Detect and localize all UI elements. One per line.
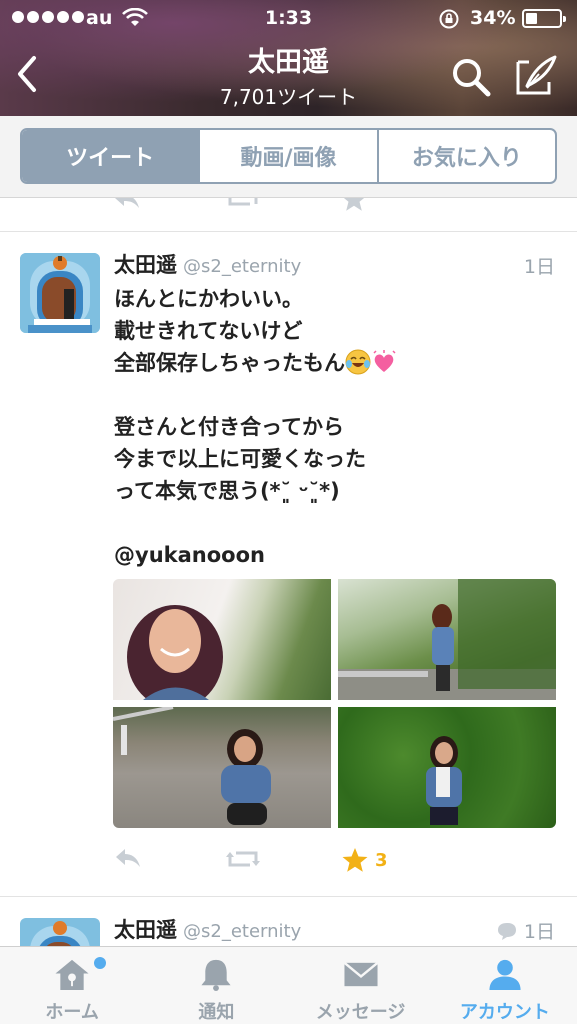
search-button[interactable]: [450, 56, 492, 102]
photo-1[interactable]: [113, 579, 331, 700]
retweet-icon[interactable]: [226, 198, 260, 210]
tweet-age: 1日: [523, 921, 555, 943]
avatar[interactable]: [20, 918, 100, 946]
avatar[interactable]: [20, 253, 100, 333]
rotation-lock-icon: [438, 8, 460, 35]
photo-3[interactable]: [113, 707, 331, 828]
star-icon: [342, 848, 368, 872]
favorite-button[interactable]: 3: [341, 847, 388, 873]
retweet-button[interactable]: [225, 847, 261, 871]
tab-label: アカウント: [459, 1002, 550, 1023]
compose-feather-icon: [516, 55, 557, 95]
tab-home[interactable]: ホーム: [0, 947, 144, 1024]
tweet-author[interactable]: 太田遥 @s2_eternity: [114, 249, 301, 279]
bell-icon: [201, 959, 231, 992]
tweet[interactable]: 太田遥 @s2_eternity 1日 ほんとにかわいい。 載せきれてないけど 全…: [0, 233, 577, 897]
tweet-text-line: ほんとにかわいい。: [114, 287, 303, 311]
tweet-text-line: 登さんと付き合ってから: [114, 415, 344, 439]
segment-tweets[interactable]: ツイート: [22, 130, 201, 182]
profile-header: au 1:33 34% 太田遥 7,701ツイート: [0, 0, 577, 116]
tweet-actions: 3: [113, 847, 553, 877]
tweet-age: 1日: [523, 256, 555, 278]
favorite-count: 3: [375, 849, 388, 871]
author-name[interactable]: 太田遥: [114, 253, 177, 277]
segment-media[interactable]: 動画/画像: [200, 130, 379, 182]
battery-percent: 34%: [470, 7, 516, 29]
segmented-control: ツイート 動画/画像 お気に入り: [20, 128, 557, 184]
tab-messages[interactable]: メッセージ: [289, 947, 433, 1024]
tweet-text-line: [114, 379, 554, 411]
photo-grid: [113, 579, 557, 829]
photo-2[interactable]: [338, 579, 556, 700]
tweet-text-segment: 全部保存しちゃったもん: [114, 351, 345, 375]
tweet-age-block: 1日: [496, 917, 555, 944]
tab-label: メッセージ: [315, 1002, 406, 1023]
tab-label: 通知: [198, 1002, 235, 1023]
author-name[interactable]: 太田遥: [114, 918, 177, 942]
photo-4[interactable]: [338, 707, 556, 828]
reply-button[interactable]: [113, 847, 143, 869]
tweet-text: ほんとにかわいい。 載せきれてないけど 全部保存しちゃったもん 登さんと付き合っ…: [114, 283, 554, 571]
favorite-icon[interactable]: [340, 198, 368, 212]
tweet-text-line: って本気で思う(*˘͈ ᵕ˘͈*): [114, 479, 340, 503]
status-bar: au 1:33 34%: [0, 0, 577, 36]
battery-icon: [522, 9, 566, 28]
conversation-icon: [497, 922, 516, 940]
tweet-text-line-with-emoji: 全部保存しちゃったもん: [114, 347, 554, 379]
tweet[interactable]: 太田遥 @s2_eternity 1日: [0, 898, 577, 946]
person-icon: [489, 959, 521, 991]
reply-icon[interactable]: [112, 198, 142, 210]
tweet-text-line: 載せきれてないけど: [114, 319, 303, 343]
tab-notifications[interactable]: 通知: [144, 947, 288, 1024]
author-handle[interactable]: @s2_eternity: [183, 256, 301, 277]
segment-favorites[interactable]: お気に入り: [379, 130, 555, 182]
reply-icon: [116, 849, 140, 867]
search-icon: [453, 59, 491, 97]
retweet-icon: [226, 851, 260, 867]
envelope-icon: [343, 961, 378, 987]
tweet-text-line: 今まで以上に可愛くなった: [114, 447, 366, 471]
tweet-author[interactable]: 太田遥 @s2_eternity: [114, 914, 301, 944]
compose-button[interactable]: [515, 54, 559, 100]
tweet-text-line: [114, 507, 554, 539]
tears-of-joy-emoji-icon: [345, 349, 371, 375]
home-icon: [55, 959, 89, 991]
author-handle[interactable]: @s2_eternity: [183, 921, 301, 942]
tab-label: ホーム: [45, 1002, 99, 1023]
previous-tweet-actions: [0, 198, 577, 232]
notification-badge-dot: [94, 957, 106, 969]
sparkling-heart-emoji-icon: [373, 350, 396, 372]
mention-link[interactable]: @yukanooon: [114, 539, 554, 571]
segment-bar: ツイート 動画/画像 お気に入り: [0, 116, 577, 198]
tab-account[interactable]: アカウント: [433, 947, 577, 1024]
tab-bar: ホーム 通知 メッセージ アカウント: [0, 946, 577, 1024]
